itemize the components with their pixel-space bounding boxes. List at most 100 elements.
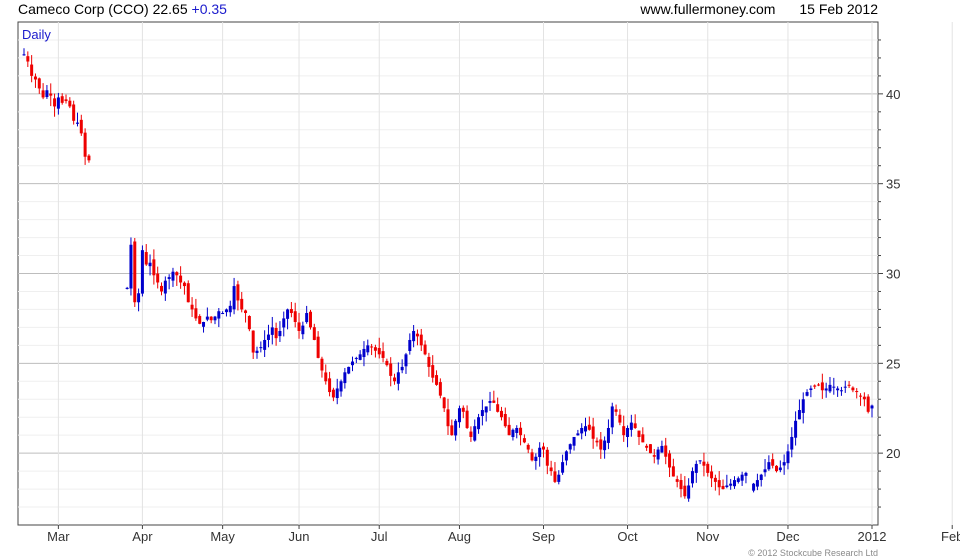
candle-body [236, 284, 240, 301]
y-tick-label: 30 [886, 267, 900, 282]
candle-body [167, 277, 171, 279]
candle-body [22, 54, 26, 56]
candle-body [49, 93, 53, 96]
candle-body [232, 286, 236, 310]
candle-body [595, 440, 599, 443]
candle-body [515, 427, 519, 433]
candle-body [247, 316, 251, 330]
candle-body [534, 456, 538, 461]
candle-body [679, 480, 683, 490]
candle-body [171, 271, 175, 281]
candle-body [771, 459, 775, 466]
candle-body [381, 351, 385, 358]
candle-body [293, 311, 297, 323]
candle-body [438, 382, 442, 396]
candle-body [60, 96, 64, 103]
candle-body [732, 480, 736, 487]
candle-body [851, 387, 855, 391]
candle-body [702, 461, 706, 466]
candle-body [832, 386, 836, 388]
candle-body [568, 444, 572, 450]
candle-body [331, 389, 335, 398]
candle-body [202, 322, 206, 327]
candle-body [492, 400, 496, 403]
candle-body [301, 325, 305, 335]
candle-body [362, 348, 366, 358]
candle-body [538, 447, 542, 458]
candle-body [824, 388, 828, 391]
candle-body [37, 78, 41, 89]
candle-body [213, 316, 217, 321]
candle-body [836, 388, 840, 391]
candle-body [205, 316, 209, 320]
candle-body [179, 275, 183, 283]
candle-body [79, 119, 83, 134]
candle-body [645, 445, 649, 448]
candle-body [41, 90, 45, 98]
candle-body [870, 405, 874, 409]
candle-body [56, 97, 60, 109]
candle-body [366, 345, 370, 353]
x-tick-label: May [210, 529, 235, 544]
candle-body [763, 469, 767, 473]
candle-body [794, 420, 798, 438]
candle-body [347, 366, 351, 374]
candle-body [312, 327, 316, 340]
x-tick-label: Sep [532, 529, 555, 544]
x-tick-label: Jun [289, 529, 310, 544]
candle-body [622, 426, 626, 436]
candle-body [473, 426, 477, 441]
candle-body [373, 347, 377, 351]
candle-body [266, 334, 270, 340]
candle-body [767, 462, 771, 470]
candle-body [805, 392, 809, 396]
candle-body [419, 334, 423, 346]
candle-body [782, 462, 786, 466]
candle-body [415, 333, 419, 337]
candle-body [385, 360, 389, 366]
price-chart: 20 25 30 35 40 Mar Apr May Jun Jul Aug Sep Oct Nov Dec… [17, 21, 960, 544]
candle-body [217, 311, 221, 319]
candle-body [198, 316, 202, 324]
candle-body [480, 410, 484, 416]
candle-body [530, 452, 534, 461]
candle-body [328, 378, 332, 393]
candle-body [755, 480, 759, 487]
candle-body [610, 406, 614, 428]
candle-body [744, 472, 748, 476]
candle-body [801, 399, 805, 413]
candle-body [358, 354, 362, 360]
candle-body [656, 449, 660, 460]
candle-body [855, 391, 859, 393]
x-tick-label: Aug [448, 529, 471, 544]
candle-body [45, 90, 49, 98]
candle-body [457, 408, 461, 423]
candle-body [274, 327, 278, 339]
candle-body [129, 244, 133, 289]
candle-body [351, 361, 355, 366]
candle-body [499, 410, 503, 418]
candle-body [484, 406, 488, 413]
candle-body [144, 252, 148, 265]
candle-body [465, 410, 469, 428]
candle-body [156, 273, 160, 283]
candle-body [431, 365, 435, 378]
candle-body [519, 427, 523, 436]
candle-body [343, 372, 347, 384]
candle-body [839, 390, 843, 392]
copyright-footer: © 2012 Stockcube Research Ltd [748, 548, 878, 558]
candle-body [163, 280, 167, 294]
candle-body [33, 76, 37, 80]
candle-body [477, 417, 481, 430]
candle-body [629, 422, 633, 430]
candle-body [255, 350, 259, 353]
candle-body [710, 471, 714, 479]
candle-body [660, 445, 664, 453]
candle-body [809, 388, 813, 391]
candle-body [866, 396, 870, 412]
candle-body [209, 316, 213, 321]
candle-body [545, 449, 549, 466]
candle-body [587, 424, 591, 430]
candle-body [335, 388, 339, 399]
candle-body [75, 122, 79, 124]
